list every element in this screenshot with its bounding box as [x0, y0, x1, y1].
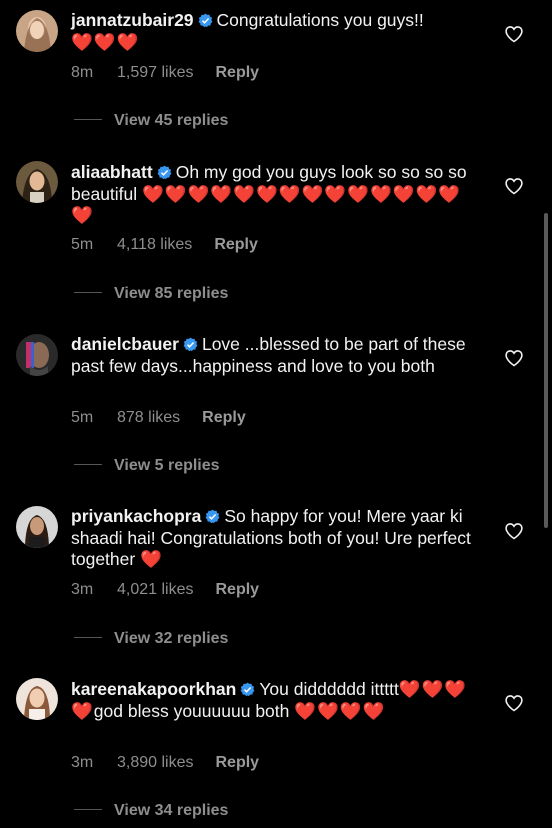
comment-text: You didddddd ittttt — [259, 679, 399, 699]
reply-button[interactable]: Reply — [216, 64, 260, 82]
view-replies-label: View 34 replies — [114, 802, 229, 819]
comment-meta: 3m 3,890 likes Reply — [71, 754, 259, 772]
reply-button[interactable]: Reply — [216, 581, 260, 599]
verified-badge-icon — [183, 337, 198, 352]
divider-line — [74, 464, 102, 465]
divider-line — [74, 292, 102, 293]
timestamp: 5m — [71, 236, 94, 253]
divider-line — [74, 119, 102, 120]
username[interactable]: danielcbauer — [71, 334, 179, 354]
heart-outline-icon[interactable] — [504, 24, 524, 44]
username[interactable]: priyankachopra — [71, 506, 201, 526]
comment-meta: 8m 1,597 likes Reply — [71, 64, 259, 82]
heart-outline-icon[interactable] — [504, 521, 524, 541]
avatar[interactable] — [16, 678, 58, 720]
likes-count[interactable]: 1,597 likes — [117, 64, 194, 82]
timestamp: 8m — [71, 64, 94, 81]
comment-meta: 3m 4,021 likes Reply — [71, 581, 259, 599]
view-replies-button[interactable]: View 85 replies — [74, 285, 228, 303]
comment-text: Congratulations you guys!! — [216, 10, 424, 30]
view-replies-label: View 45 replies — [114, 112, 229, 129]
avatar[interactable] — [16, 334, 58, 376]
divider-line — [74, 809, 102, 810]
divider-line — [74, 637, 102, 638]
heart-emojis: ❤️❤️❤️ — [71, 31, 140, 52]
timestamp: 5m — [71, 409, 94, 426]
likes-count[interactable]: 3,890 likes — [117, 754, 194, 772]
avatar[interactable] — [16, 10, 58, 52]
comment-text-after: god bless youuuuuu both — [93, 700, 290, 721]
timestamp: 3m — [71, 754, 94, 771]
likes-count[interactable]: 878 likes — [117, 409, 180, 427]
heart-emojis: ❤️ — [140, 549, 163, 570]
comment-meta: 5m 878 likes Reply — [71, 409, 246, 427]
username[interactable]: aliaabhatt — [71, 162, 153, 182]
view-replies-button[interactable]: View 5 replies — [74, 457, 220, 475]
reply-button[interactable]: Reply — [214, 236, 258, 254]
timestamp: 3m — [71, 581, 94, 598]
view-replies-button[interactable]: View 34 replies — [74, 802, 228, 820]
likes-count[interactable]: 4,021 likes — [117, 581, 194, 599]
heart-outline-icon[interactable] — [504, 348, 524, 368]
reply-button[interactable]: Reply — [202, 409, 246, 427]
likes-count[interactable]: 4,118 likes — [117, 236, 192, 254]
reply-button[interactable]: Reply — [216, 754, 260, 772]
avatar[interactable] — [16, 161, 58, 203]
view-replies-button[interactable]: View 45 replies — [74, 112, 228, 130]
comment-meta: 5m 4,118 likes Reply — [71, 236, 258, 254]
view-replies-label: View 32 replies — [114, 630, 229, 647]
username[interactable]: jannatzubair29 — [71, 10, 194, 30]
view-replies-label: View 85 replies — [114, 285, 229, 302]
scrollbar[interactable] — [544, 213, 548, 528]
verified-badge-icon — [205, 509, 220, 524]
heart-outline-icon[interactable] — [504, 693, 524, 713]
username[interactable]: kareenakapoorkhan — [71, 679, 236, 699]
avatar[interactable] — [16, 506, 58, 548]
verified-badge-icon — [157, 165, 172, 180]
view-replies-button[interactable]: View 32 replies — [74, 630, 228, 648]
verified-badge-icon — [198, 13, 212, 28]
heart-emojis: ❤️❤️❤️❤️ — [294, 700, 386, 721]
heart-outline-icon[interactable] — [504, 176, 524, 196]
verified-badge-icon — [240, 682, 255, 697]
view-replies-label: View 5 replies — [114, 457, 220, 474]
